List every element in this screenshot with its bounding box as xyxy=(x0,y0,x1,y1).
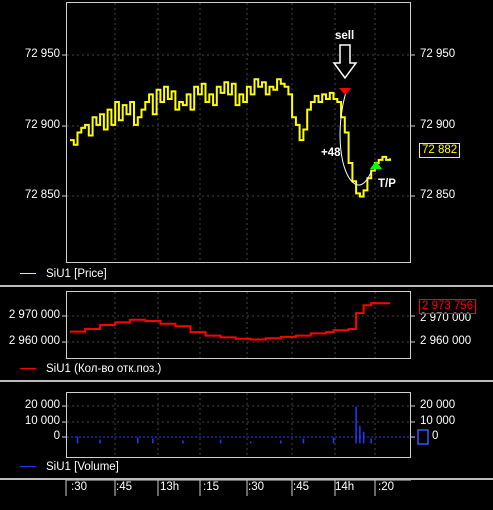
oi-gridlines xyxy=(67,292,410,358)
sell-annotation: sell xyxy=(335,30,355,42)
price-y-label-left-2: 72 900 xyxy=(24,119,60,131)
time-tick-8: :20 xyxy=(378,481,394,493)
oi-legend-label: SiU1 (Кол-во отк.поз.) xyxy=(46,363,162,375)
volume-y-label-right-3: 0 xyxy=(432,430,439,442)
time-tick-7: 14h xyxy=(335,481,355,493)
volume-y-label-left-3: 0 xyxy=(53,430,60,442)
price-legend[interactable]: SiU1 [Price] xyxy=(20,268,107,280)
oi-series-line xyxy=(70,302,390,341)
price-y-label-right-2: 72 900 xyxy=(420,119,456,131)
price-panel: 72 950 72 900 72 850 72 950 72 900 72 85… xyxy=(0,0,493,285)
take-profit-annotation: T/P xyxy=(378,178,396,190)
time-tick-4: :15 xyxy=(203,481,219,493)
oi-y-label-left-2: 2 960 000 xyxy=(8,335,60,347)
volume-gridlines xyxy=(67,393,410,457)
volume-panel: 20 000 10 000 0 20 000 10 000 0 SiU1 [Vo… xyxy=(0,382,493,478)
profit-annotation: +48 xyxy=(321,147,341,159)
time-tick-5: :30 xyxy=(248,481,264,493)
sell-entry-marker xyxy=(339,88,351,95)
last-oi-badge: 2 973 756 xyxy=(419,299,477,314)
volume-bars xyxy=(76,406,372,444)
volume-legend-swatch xyxy=(20,466,36,468)
price-gridlines xyxy=(67,3,410,262)
take-profit-exit-marker xyxy=(370,161,382,169)
time-axis[interactable]: :30 :45 13h :15 :30 :45 14h :20 xyxy=(0,480,493,510)
price-series-line xyxy=(70,78,391,198)
price-y-label-left-1: 72 950 xyxy=(24,48,60,60)
last-price-badge: 72 882 xyxy=(419,143,461,158)
price-legend-label: SiU1 [Price] xyxy=(46,268,107,280)
price-y-label-left-3: 72 850 xyxy=(24,189,60,201)
price-legend-swatch xyxy=(20,273,36,275)
open-interest-panel: 2 970 000 2 960 000 2 970 000 2 960 000 … xyxy=(0,287,493,379)
trade-path-curve xyxy=(339,91,373,186)
oi-y-label-right-2: 2 960 000 xyxy=(420,335,472,347)
volume-legend[interactable]: SiU1 [Volume] xyxy=(20,461,119,473)
volume-y-label-right-1: 20 000 xyxy=(420,399,456,411)
time-tick-3: 13h xyxy=(160,481,180,493)
volume-legend-label: SiU1 [Volume] xyxy=(46,461,119,473)
oi-legend-swatch xyxy=(20,368,36,370)
time-tick-2: :45 xyxy=(116,481,132,493)
volume-y-label-left-2: 10 000 xyxy=(24,415,60,427)
oi-y-label-left-1: 2 970 000 xyxy=(8,309,60,321)
volume-y-label-left-1: 20 000 xyxy=(24,399,60,411)
sell-arrow-icon xyxy=(332,44,358,80)
time-tick-1: :30 xyxy=(71,481,87,493)
volume-y-label-right-2: 10 000 xyxy=(420,415,456,427)
price-y-label-right-3: 72 850 xyxy=(420,189,456,201)
oi-legend[interactable]: SiU1 (Кол-во отк.поз.) xyxy=(20,363,161,375)
price-y-label-right-1: 72 950 xyxy=(420,48,456,60)
time-tick-6: :45 xyxy=(293,481,309,493)
last-volume-badge xyxy=(417,429,429,445)
